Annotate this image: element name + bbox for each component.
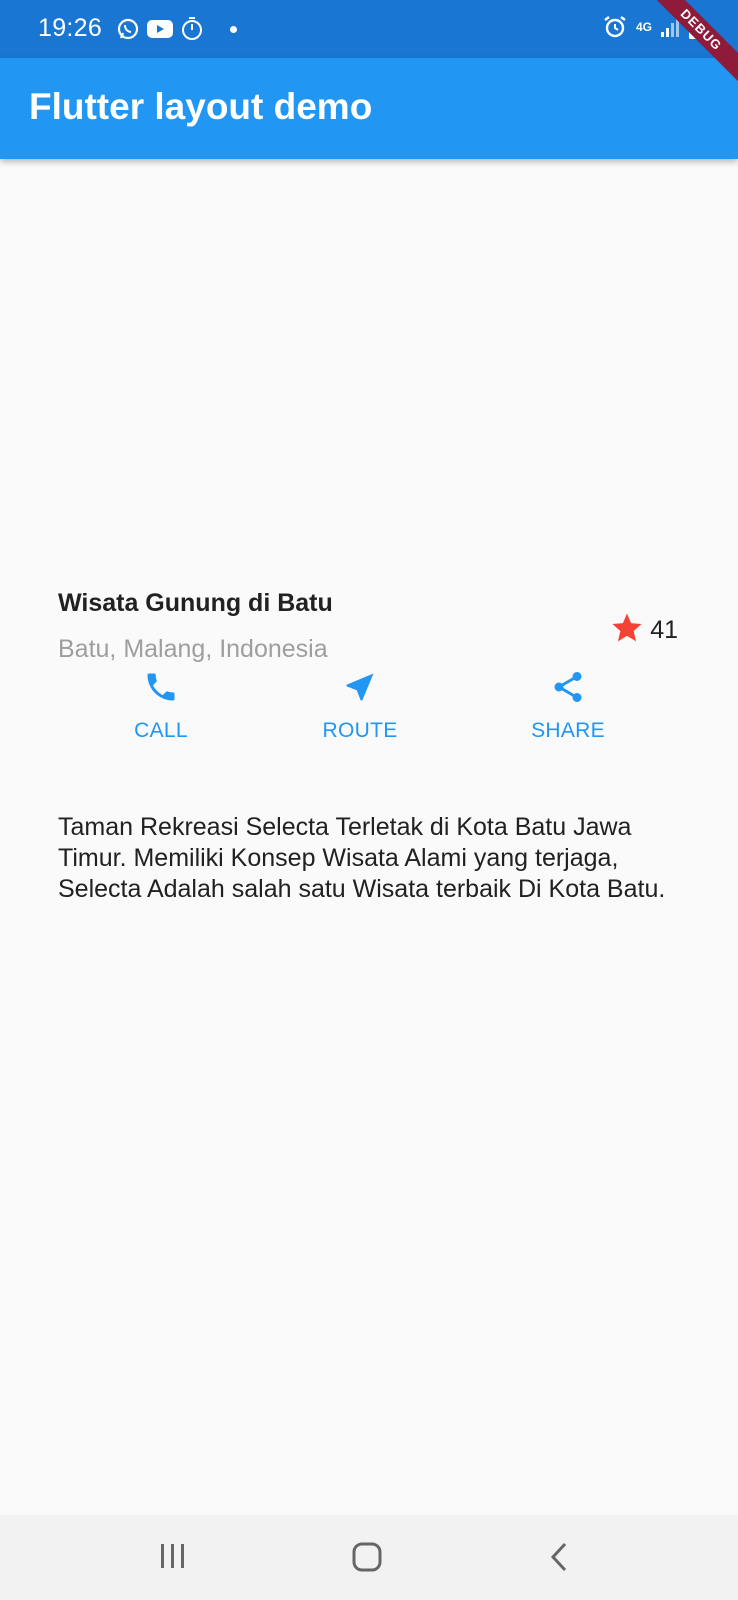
- button-row: CALL ROUTE SHARE: [0, 669, 738, 759]
- system-nav-bar: [0, 1515, 738, 1600]
- rating: 41: [610, 611, 678, 650]
- app-bar: Flutter layout demo: [0, 58, 738, 159]
- whatsapp-icon: [116, 17, 140, 41]
- home-icon[interactable]: [351, 1541, 383, 1578]
- route-button[interactable]: ROUTE: [290, 669, 430, 743]
- share-button[interactable]: SHARE: [498, 669, 638, 743]
- navigation-icon: [290, 669, 430, 705]
- back-icon[interactable]: [547, 1541, 571, 1578]
- recent-apps-icon[interactable]: [158, 1541, 188, 1576]
- alarm-icon: [602, 14, 628, 40]
- status-time: 19:26: [38, 14, 103, 42]
- share-icon: [498, 669, 638, 705]
- main-content: Wisata Gunung di Batu Batu, Malang, Indo…: [0, 159, 738, 1515]
- place-title: Wisata Gunung di Batu: [58, 589, 333, 617]
- route-label: ROUTE: [322, 719, 398, 742]
- network-4g-icon: 4G: [635, 20, 652, 34]
- notification-dot: [230, 25, 237, 33]
- rating-count: 41: [650, 616, 678, 644]
- place-subtitle: Batu, Malang, Indonesia: [58, 635, 328, 663]
- phone-icon: [91, 669, 231, 705]
- call-label: CALL: [134, 719, 188, 742]
- youtube-icon: [146, 18, 174, 40]
- app-bar-title: Flutter layout demo: [29, 86, 373, 127]
- description-text: Taman Rekreasi Selecta Terletak di Kota …: [58, 813, 666, 903]
- status-icons-left: [116, 16, 237, 42]
- timer-icon: [180, 16, 204, 42]
- star-icon: [610, 611, 644, 650]
- status-bar: 19:26 4G DEBUG: [0, 0, 738, 91]
- share-label: SHARE: [531, 719, 605, 742]
- call-button[interactable]: CALL: [91, 669, 231, 743]
